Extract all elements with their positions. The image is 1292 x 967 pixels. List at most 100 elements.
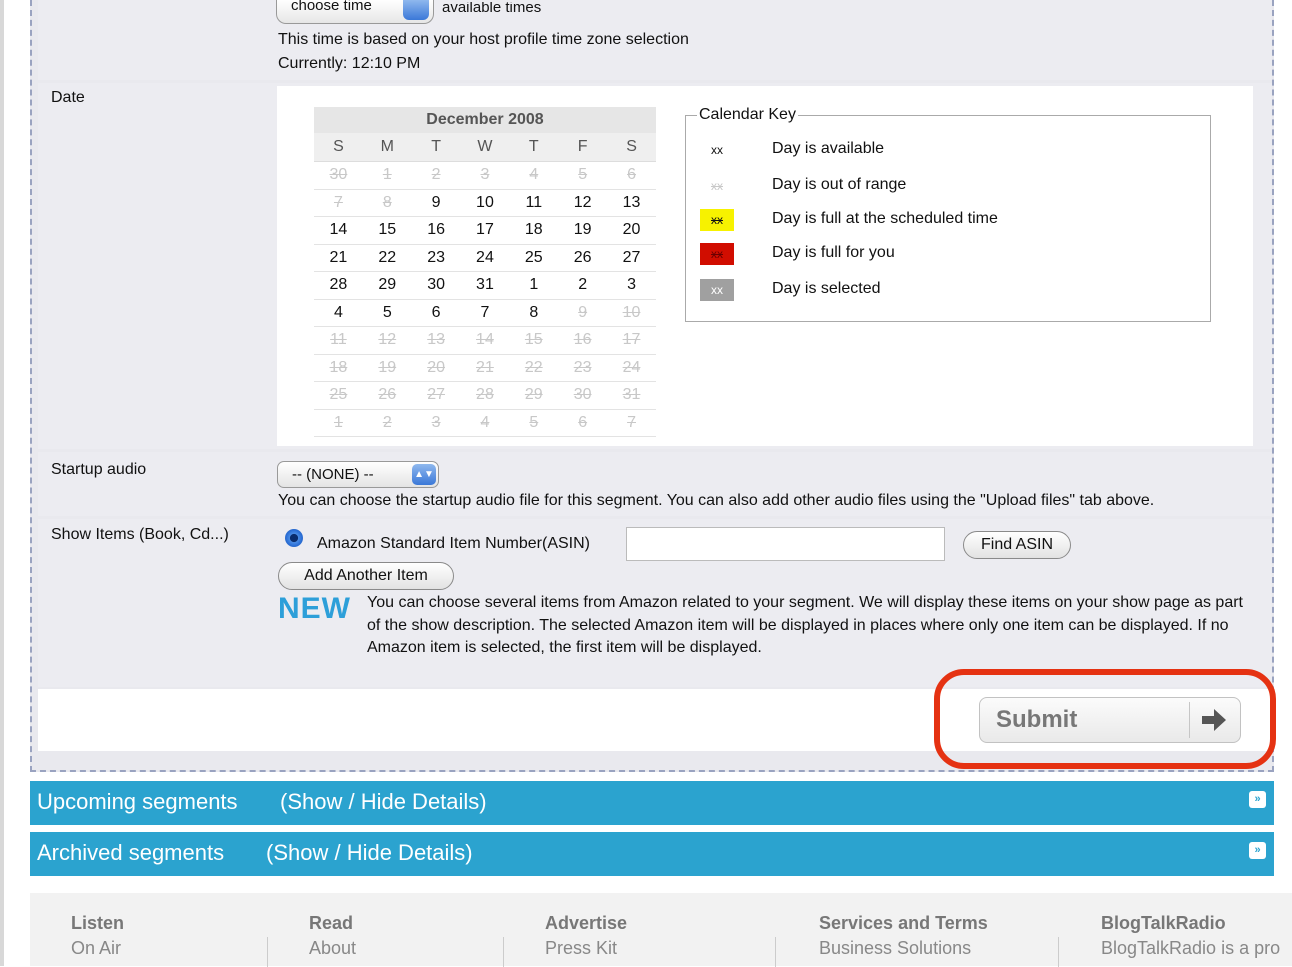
select-arrow-icon (403, 0, 429, 20)
calendar-day: 14 (460, 326, 510, 355)
upcoming-segments-toggle[interactable]: (Show / Hide Details) (280, 789, 487, 815)
archived-segments-title: Archived segments (37, 840, 225, 865)
upcoming-segments-title: Upcoming segments (37, 789, 238, 814)
new-feature-description: You can choose several items from Amazon… (367, 594, 1243, 656)
expand-icon[interactable]: » (1249, 842, 1266, 859)
footer-link[interactable]: On Air (71, 938, 124, 959)
calendar-day: 27 (411, 381, 461, 410)
startup-audio-note: You can choose the startup audio file fo… (278, 492, 1155, 509)
calendar-day[interactable]: 11 (509, 189, 559, 217)
calendar-day[interactable]: 15 (362, 216, 412, 245)
archived-segments-bar[interactable]: Archived segments (Show / Hide Details) … (30, 832, 1274, 876)
asin-radio-label: Amazon Standard Item Number(ASIN) (317, 535, 590, 552)
calendar-week: 4 5 6 7 8 9 10 (314, 299, 656, 327)
find-asin-button[interactable]: Find ASIN (963, 531, 1071, 559)
calendar-day[interactable]: 17 (460, 216, 510, 245)
calendar-day: 3 (460, 161, 510, 190)
calendar-day: 6 (558, 409, 608, 437)
asin-radio[interactable] (285, 529, 303, 547)
footer-heading: Listen (71, 913, 125, 933)
footer-col-services: Services and Terms Business Solutions (819, 913, 988, 959)
calendar-key-text: Day is selected (772, 280, 881, 297)
calendar-week: 30 1 2 3 4 5 6 (314, 161, 656, 190)
calendar-day[interactable]: 27 (607, 244, 656, 272)
select-arrow-icon: ▲▼ (412, 464, 436, 485)
calendar-day[interactable]: 5 (362, 299, 412, 327)
available-times-note: available times (442, 2, 542, 14)
calendar-day[interactable]: 26 (558, 244, 608, 272)
footer-col-blogtalkradio: BlogTalkRadio BlogTalkRadio is a pro (1101, 913, 1280, 959)
calendar-day[interactable]: 29 (362, 271, 412, 300)
calendar-day[interactable]: 14 (314, 216, 363, 245)
time-select[interactable]: choose time (276, 0, 434, 24)
calendar-key-text: Day is full for you (772, 244, 895, 261)
weekday-header: W (460, 133, 510, 162)
calendar-week: 14 15 16 17 18 19 20 (314, 216, 656, 245)
calendar-key-swatch: xx (711, 143, 723, 157)
calendar-day[interactable]: 20 (607, 216, 656, 245)
calendar-day[interactable]: 12 (558, 189, 608, 217)
startup-audio-select[interactable]: -- (NONE) -- ▲▼ (277, 461, 439, 488)
calendar-day: 4 (509, 161, 559, 190)
calendar-day: 19 (362, 354, 412, 382)
calendar-day[interactable]: 4 (314, 299, 363, 327)
startup-audio-value: -- (NONE) -- (292, 466, 374, 483)
footer-separator (267, 937, 268, 967)
add-another-item-button[interactable]: Add Another Item (278, 562, 454, 590)
calendar-day: 31 (607, 381, 656, 410)
calendar-day: 18 (314, 354, 363, 382)
calendar-key-swatch: xx (711, 179, 723, 193)
calendar-day: 20 (411, 354, 461, 382)
footer-col-listen: Listen On Air (71, 913, 124, 959)
expand-icon[interactable]: » (1249, 791, 1266, 808)
footer-separator (775, 937, 776, 967)
calendar-day: 29 (509, 381, 559, 410)
footer-heading: Read (309, 913, 354, 933)
footer-link[interactable]: Business Solutions (819, 938, 988, 959)
footer-separator (503, 937, 504, 967)
calendar-day: 30 (558, 381, 608, 410)
calendar-day: 24 (607, 354, 656, 382)
calendar-day: 15 (509, 326, 559, 355)
calendar-day[interactable]: 30 (411, 271, 461, 300)
weekday-header: S (314, 133, 363, 162)
asin-input[interactable] (626, 527, 945, 561)
calendar-day[interactable]: 3 (607, 271, 656, 300)
calendar-day[interactable]: 8 (509, 299, 559, 327)
footer-col-read: Read About (309, 913, 356, 959)
calendar-day[interactable]: 19 (558, 216, 608, 245)
weekday-header: F (558, 133, 608, 162)
submit-highlight-annotation (934, 669, 1276, 769)
upcoming-segments-bar[interactable]: Upcoming segments (Show / Hide Details) … (30, 781, 1274, 825)
calendar-day[interactable]: 13 (607, 189, 656, 217)
calendar-day[interactable]: 22 (362, 244, 412, 272)
footer-link[interactable]: Press Kit (545, 938, 627, 959)
calendar-day[interactable]: 2 (558, 271, 608, 300)
archived-segments-toggle[interactable]: (Show / Hide Details) (266, 840, 473, 866)
calendar-key-text: Day is full at the scheduled time (772, 210, 998, 227)
calendar-day[interactable]: 23 (411, 244, 461, 272)
calendar-day: 6 (607, 161, 656, 190)
calendar-day[interactable]: 9 (411, 189, 461, 217)
calendar-day[interactable]: 24 (460, 244, 510, 272)
calendar-day[interactable]: 18 (509, 216, 559, 245)
calendar-key-item: xx Day is full for you (700, 243, 1180, 269)
calendar-day[interactable]: 6 (411, 299, 461, 327)
calendar-day[interactable]: 7 (460, 299, 510, 327)
footer-link[interactable]: BlogTalkRadio is a pro (1101, 938, 1280, 959)
calendar-day[interactable]: 16 (411, 216, 461, 245)
calendar-key-swatch: xx (700, 243, 734, 265)
calendar-day[interactable]: 1 (509, 271, 559, 300)
calendar-day[interactable]: 21 (314, 244, 363, 272)
calendar-day[interactable]: 10 (460, 189, 510, 217)
calendar-day[interactable]: 31 (460, 271, 510, 300)
calendar-day: 23 (558, 354, 608, 382)
date-label: Date (51, 89, 85, 106)
calendar-day: 5 (509, 409, 559, 437)
footer-link[interactable]: About (309, 938, 356, 959)
calendar-week: 18 19 20 21 22 23 24 (314, 354, 656, 382)
footer-heading: BlogTalkRadio (1101, 913, 1226, 933)
calendar-day[interactable]: 25 (509, 244, 559, 272)
calendar-day[interactable]: 28 (314, 271, 363, 300)
show-items-label: Show Items (Book, Cd...) (51, 526, 229, 543)
